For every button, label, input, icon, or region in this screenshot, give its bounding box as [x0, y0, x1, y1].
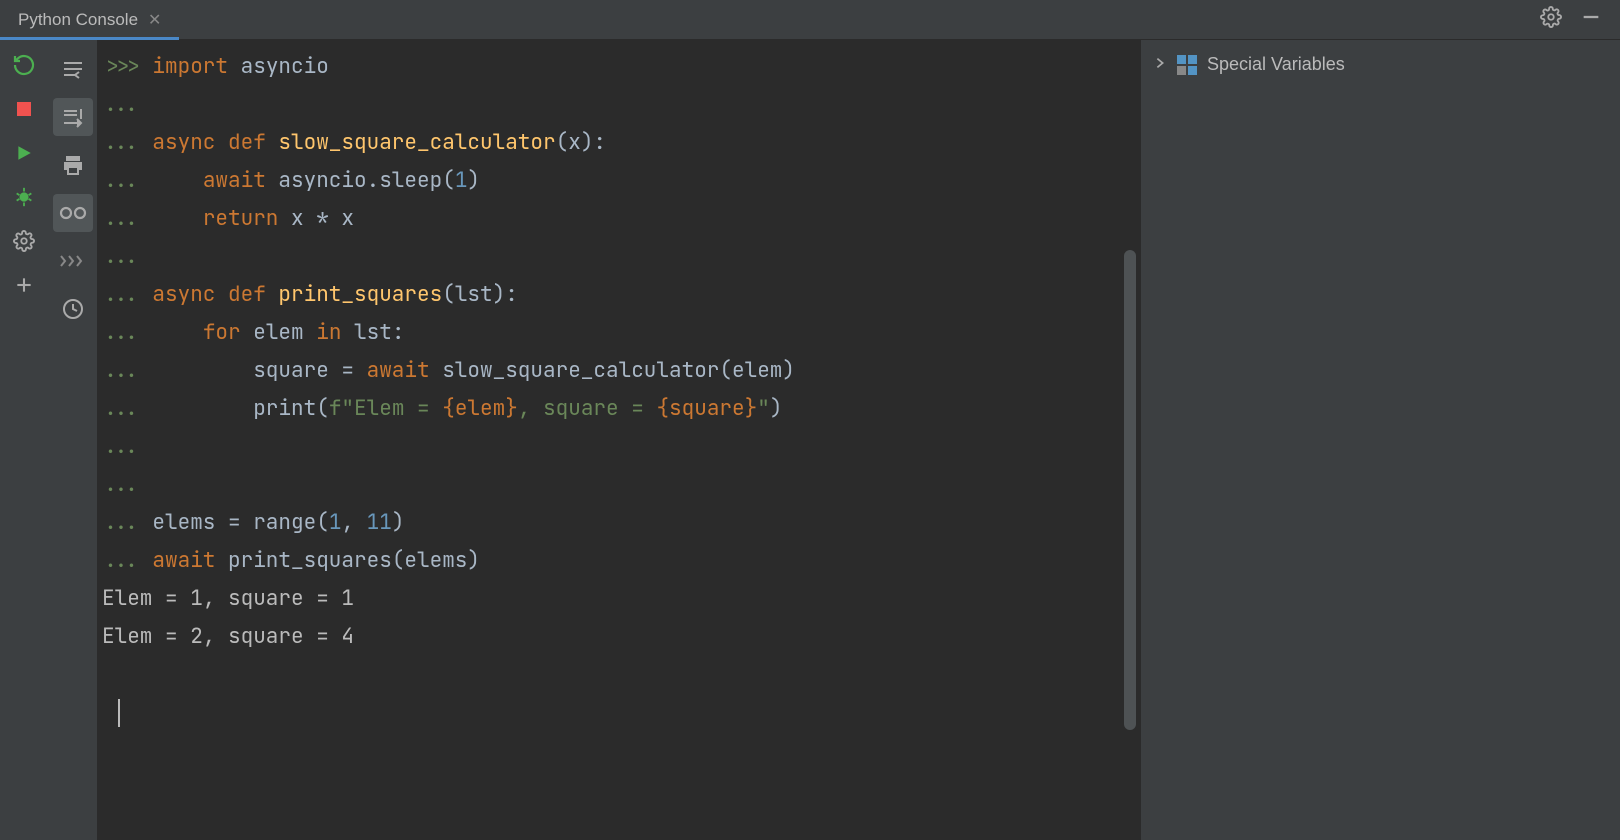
prompt-cont: ...	[102, 91, 152, 118]
scroll-to-end-icon[interactable]	[53, 98, 93, 136]
close-icon[interactable]: ✕	[148, 10, 161, 30]
soft-wrap-icon[interactable]	[53, 50, 93, 88]
stop-icon[interactable]	[11, 96, 37, 122]
output-line: Elem = 2, square = 4	[102, 623, 354, 650]
title-bar: Python Console ✕	[0, 0, 1620, 40]
variables-group-icon	[1177, 55, 1197, 75]
console-output[interactable]: >>> import asyncio ... ... async def slo…	[98, 40, 1140, 840]
debug-icon[interactable]	[11, 184, 37, 210]
toolbar-secondary	[48, 40, 98, 840]
command-queue-icon[interactable]	[53, 242, 93, 280]
tab-group: Python Console ✕	[0, 0, 179, 39]
output-line: Elem = 1, square = 1	[102, 585, 354, 612]
toolbar-primary	[0, 40, 48, 840]
minimize-icon[interactable]	[1580, 6, 1602, 33]
scrollbar-thumb[interactable]	[1124, 250, 1136, 730]
tab-python-console[interactable]: Python Console ✕	[0, 0, 179, 39]
text-cursor	[118, 699, 120, 727]
top-actions	[1540, 6, 1620, 33]
run-icon[interactable]	[11, 140, 37, 166]
rerun-icon[interactable]	[11, 52, 37, 78]
main-area: >>> import asyncio ... ... async def slo…	[0, 40, 1620, 840]
prompt-primary: >>>	[102, 53, 152, 80]
gear-icon[interactable]	[1540, 6, 1562, 33]
variables-panel: Special Variables	[1140, 40, 1620, 840]
special-variables-label: Special Variables	[1207, 54, 1345, 75]
special-variables-row[interactable]: Special Variables	[1141, 50, 1620, 79]
tab-label: Python Console	[18, 10, 138, 30]
settings-icon[interactable]	[11, 228, 37, 254]
chevron-right-icon	[1153, 54, 1167, 75]
history-icon[interactable]	[53, 290, 93, 328]
add-icon[interactable]	[11, 272, 37, 298]
print-icon[interactable]	[53, 146, 93, 184]
show-variables-icon[interactable]	[53, 194, 93, 232]
